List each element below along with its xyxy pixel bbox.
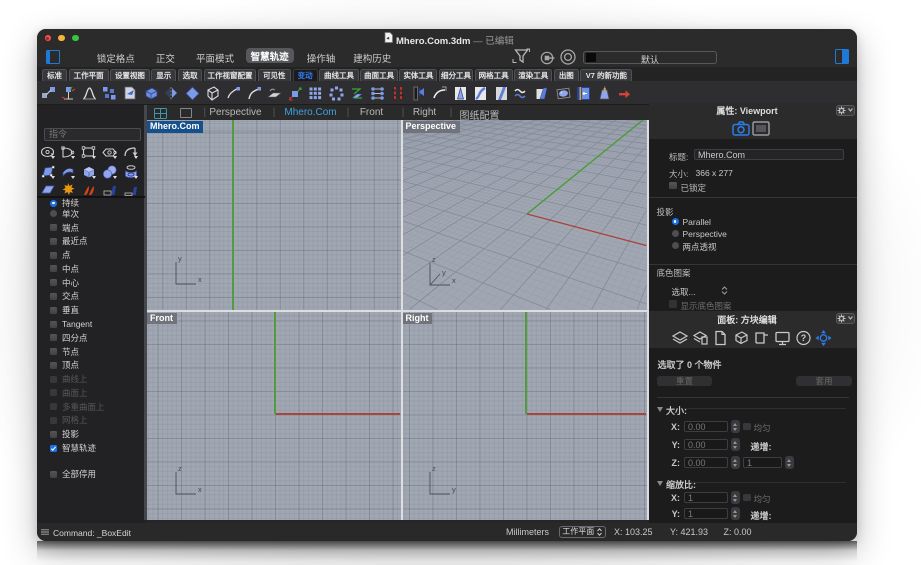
svg-text:?: ? xyxy=(800,333,806,343)
